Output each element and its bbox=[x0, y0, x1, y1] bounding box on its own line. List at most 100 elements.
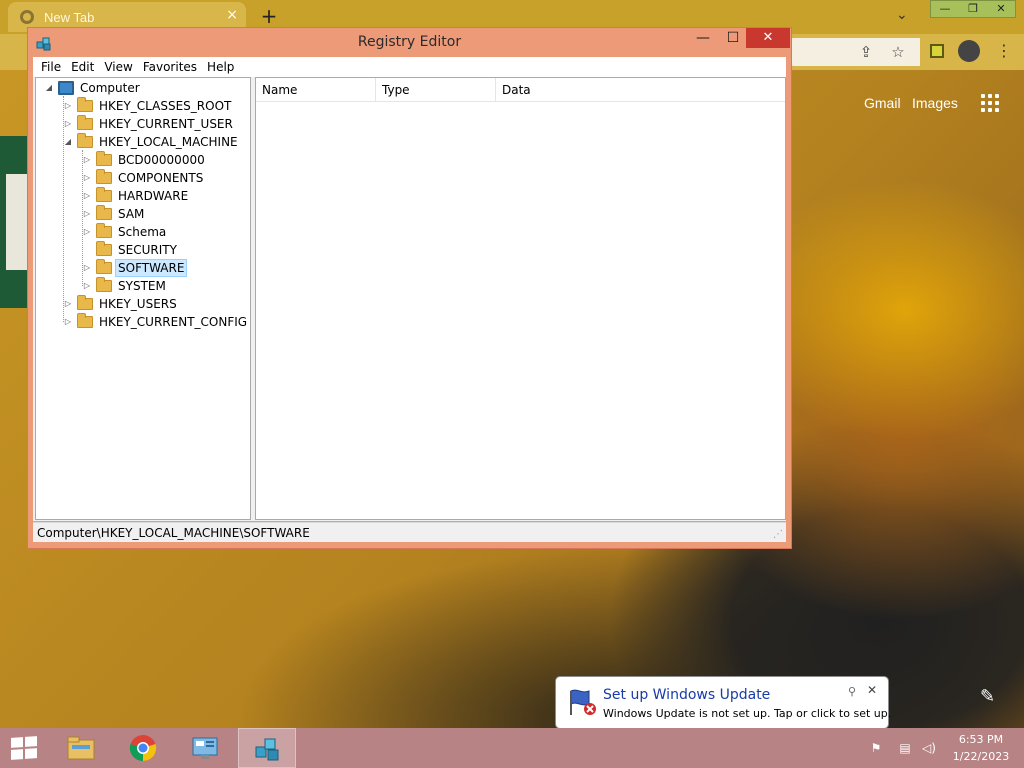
client-area: ◢ Computer ▷ HKEY_CLASSES_ROOT ▷ HKEY_CU… bbox=[33, 77, 786, 521]
side-panel-icon[interactable] bbox=[930, 44, 944, 58]
folder-icon bbox=[77, 115, 93, 130]
taskbar-chrome[interactable] bbox=[114, 728, 172, 768]
folder-icon bbox=[77, 97, 93, 112]
tree-node-hardware[interactable]: ▷ HARDWARE bbox=[82, 187, 190, 205]
tree-node-label: HARDWARE bbox=[118, 189, 189, 203]
tree-node-security[interactable]: SECURITY bbox=[82, 241, 179, 259]
google-apps-icon[interactable] bbox=[981, 94, 999, 112]
folder-icon bbox=[96, 241, 112, 256]
folder-icon bbox=[96, 169, 112, 184]
chrome-minimize-button[interactable]: — bbox=[931, 1, 959, 17]
images-link[interactable]: Images bbox=[912, 95, 958, 111]
expand-arrow-icon[interactable]: ▷ bbox=[63, 115, 73, 133]
pin-icon[interactable]: ⚲ bbox=[848, 685, 856, 698]
expand-arrow-icon[interactable]: ▷ bbox=[82, 259, 92, 277]
chrome-restore-button[interactable]: ❐ bbox=[959, 1, 987, 17]
expand-arrow-icon[interactable]: ▷ bbox=[63, 313, 73, 331]
tray-windows-update-icon[interactable]: ⚑ bbox=[868, 740, 884, 756]
taskbar-registry-editor[interactable] bbox=[238, 728, 296, 768]
folder-icon bbox=[96, 223, 112, 238]
tree-node-label: Schema bbox=[118, 225, 167, 239]
tab-search-chevron-icon[interactable]: ⌄ bbox=[896, 7, 908, 23]
tree-node-label: HKEY_USERS bbox=[99, 297, 177, 311]
title-bar[interactable]: Registry Editor — ☐ ✕ bbox=[28, 28, 791, 57]
expand-arrow-icon[interactable]: ▷ bbox=[82, 205, 92, 223]
tree-node-schema[interactable]: ▷ Schema bbox=[82, 223, 168, 241]
tray-network-icon[interactable]: ▤ bbox=[897, 740, 913, 756]
share-icon[interactable]: ⇪ bbox=[856, 42, 876, 62]
tab-close-icon[interactable]: × bbox=[226, 7, 238, 23]
tree-node-label: COMPONENTS bbox=[118, 171, 204, 185]
chrome-menu-icon[interactable]: ⋮ bbox=[996, 40, 1012, 62]
expand-arrow-icon[interactable]: ▷ bbox=[63, 97, 73, 115]
tree-node-label-selected: SOFTWARE bbox=[114, 259, 188, 277]
chrome-window-controls: — ❐ ✕ bbox=[930, 0, 1016, 18]
window-title: Registry Editor bbox=[357, 34, 462, 50]
tree-node-components[interactable]: ▷ COMPONENTS bbox=[82, 169, 205, 187]
tree-node-software[interactable]: ▷ SOFTWARE bbox=[82, 259, 188, 277]
chrome-close-button[interactable]: ✕ bbox=[987, 1, 1015, 17]
customize-pencil-icon[interactable]: ✎ bbox=[980, 686, 995, 707]
tree-node-hkey-current-user[interactable]: ▷ HKEY_CURRENT_USER bbox=[63, 115, 235, 133]
column-header-name[interactable]: Name bbox=[256, 78, 376, 102]
tree-node-label: HKEY_CURRENT_USER bbox=[99, 117, 233, 131]
gmail-link[interactable]: Gmail bbox=[864, 95, 901, 111]
clock-date[interactable]: 1/22/2023 bbox=[950, 750, 1012, 763]
notification-close-icon[interactable]: ✕ bbox=[867, 683, 877, 697]
tray-volume-icon[interactable]: ◁) bbox=[921, 740, 937, 756]
values-list[interactable]: Name Type Data bbox=[255, 77, 786, 520]
status-path: Computer\HKEY_LOCAL_MACHINE\SOFTWARE bbox=[37, 526, 310, 540]
profile-avatar-icon[interactable] bbox=[958, 40, 980, 62]
tree-node-hkey-users[interactable]: ▷ HKEY_USERS bbox=[63, 295, 179, 313]
computer-icon bbox=[58, 81, 74, 95]
expand-arrow-icon[interactable]: ▷ bbox=[82, 151, 92, 169]
start-button[interactable] bbox=[0, 728, 48, 768]
menu-favorites[interactable]: Favorites bbox=[138, 60, 202, 74]
new-tab-button[interactable]: + bbox=[258, 4, 280, 28]
expand-arrow-icon[interactable]: ▷ bbox=[82, 169, 92, 187]
folder-icon bbox=[96, 151, 112, 166]
maximize-button[interactable]: ☐ bbox=[718, 28, 748, 48]
registry-editor-icon bbox=[255, 738, 279, 761]
column-header-type[interactable]: Type bbox=[376, 78, 496, 102]
bookmark-star-icon[interactable]: ☆ bbox=[888, 42, 908, 62]
tree-node-label: HKEY_LOCAL_MACHINE bbox=[99, 135, 238, 149]
tree-node-label: Computer bbox=[80, 81, 140, 95]
menu-edit[interactable]: Edit bbox=[66, 60, 99, 74]
menu-view[interactable]: View bbox=[99, 60, 137, 74]
expand-arrow-icon[interactable]: ▷ bbox=[82, 223, 92, 241]
expand-arrow-icon[interactable]: ▷ bbox=[82, 277, 92, 295]
collapse-arrow-icon[interactable]: ◢ bbox=[63, 133, 73, 151]
tree-node-hkey-current-config[interactable]: ▷ HKEY_CURRENT_CONFIG bbox=[63, 313, 249, 331]
resize-grip-icon[interactable]: ⋰ bbox=[773, 529, 783, 540]
background-shortcut-card[interactable] bbox=[0, 136, 30, 308]
taskbar-control-panel[interactable] bbox=[176, 728, 234, 768]
tree-node-label: SAM bbox=[118, 207, 145, 221]
collapse-arrow-icon[interactable]: ◢ bbox=[44, 79, 54, 97]
notification-message: Windows Update is not set up. Tap or cli… bbox=[603, 707, 892, 720]
tree-node-label: SYSTEM bbox=[118, 279, 166, 293]
clock-time[interactable]: 6:53 PM bbox=[950, 733, 1012, 746]
tree-node-hkey-local-machine[interactable]: ◢ HKEY_LOCAL_MACHINE bbox=[63, 133, 240, 151]
column-header-data[interactable]: Data bbox=[496, 78, 785, 102]
tree-node-sam[interactable]: ▷ SAM bbox=[82, 205, 146, 223]
tree-node-bcd00000000[interactable]: ▷ BCD00000000 bbox=[82, 151, 207, 169]
notification-title: Set up Windows Update bbox=[603, 687, 771, 703]
tree-node-computer[interactable]: ◢ Computer bbox=[44, 79, 142, 97]
tree-node-hkey-classes-root[interactable]: ▷ HKEY_CLASSES_ROOT bbox=[63, 97, 233, 115]
windows-logo-icon bbox=[11, 736, 37, 760]
folder-icon bbox=[77, 295, 93, 310]
folder-icon bbox=[96, 259, 112, 274]
windows-update-notification[interactable]: Set up Windows Update Windows Update is … bbox=[555, 676, 892, 729]
minimize-button[interactable]: — bbox=[688, 28, 718, 48]
menu-file[interactable]: File bbox=[36, 60, 66, 74]
folder-icon bbox=[96, 277, 112, 292]
close-button[interactable]: ✕ bbox=[746, 28, 790, 48]
taskbar-file-explorer[interactable] bbox=[52, 728, 110, 768]
expand-arrow-icon[interactable]: ▷ bbox=[82, 187, 92, 205]
tree-node-label: HKEY_CURRENT_CONFIG bbox=[99, 315, 248, 329]
expand-arrow-icon[interactable]: ▷ bbox=[63, 295, 73, 313]
tree-node-system[interactable]: ▷ SYSTEM bbox=[82, 277, 168, 295]
registry-tree[interactable]: ◢ Computer ▷ HKEY_CLASSES_ROOT ▷ HKEY_CU… bbox=[35, 77, 251, 520]
menu-help[interactable]: Help bbox=[202, 60, 239, 74]
